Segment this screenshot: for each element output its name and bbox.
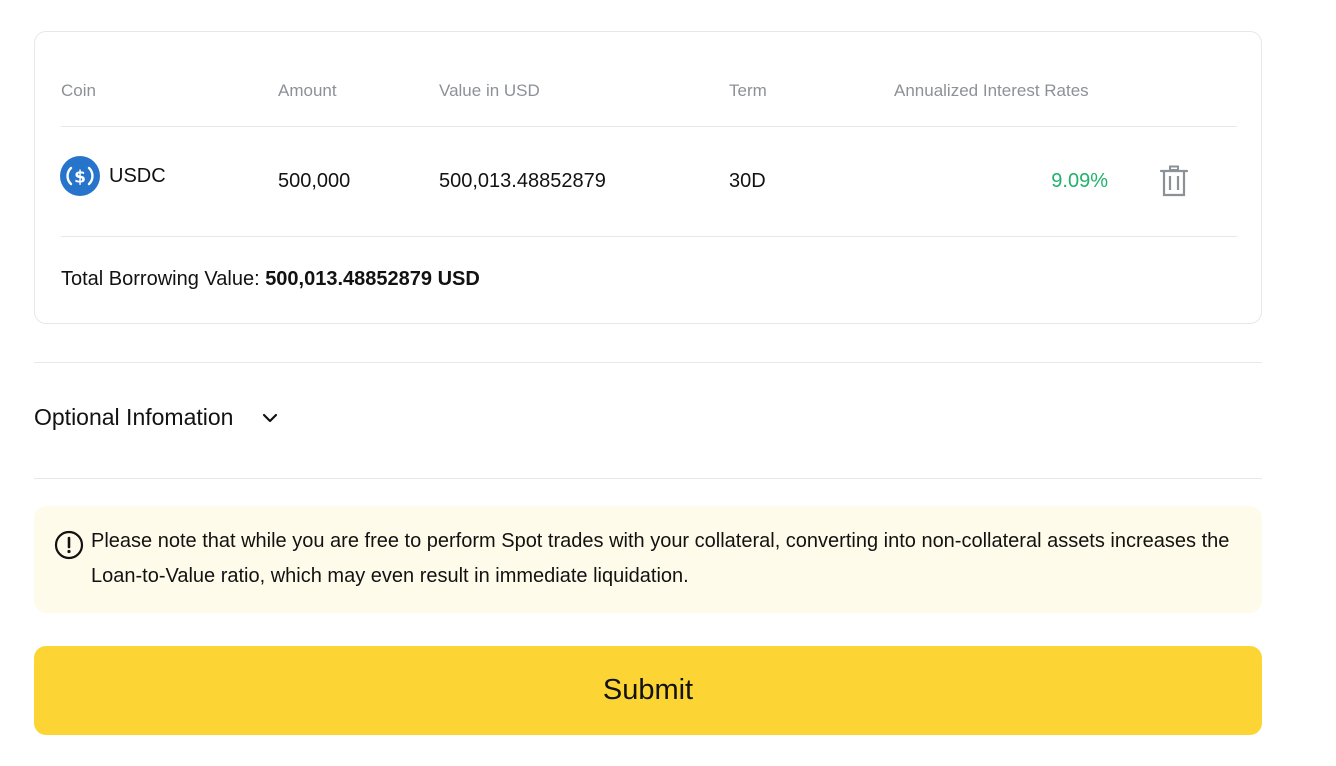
svg-text:$: $ (74, 168, 86, 188)
column-header-coin: Coin (61, 81, 96, 100)
notice-text: Please note that while you are free to p… (91, 530, 1230, 587)
column-header-term: Term (729, 81, 767, 100)
optional-information-toggle[interactable]: Optional Infomation (34, 404, 281, 431)
total-borrowing-amount: 500,013.48852879 USD (265, 268, 480, 290)
total-borrowing-label: Total Borrowing Value: (61, 268, 260, 290)
section-divider-top (34, 362, 1262, 363)
row-coin-name: USDC (109, 165, 166, 187)
exclamation-info-icon (54, 530, 84, 560)
header-divider (61, 126, 1237, 127)
delete-trash-icon[interactable] (1159, 165, 1189, 197)
row-value-usd: 500,013.48852879 (439, 170, 606, 192)
column-header-rate: Annualized Interest Rates (894, 81, 1089, 100)
borrow-summary-card: Coin Amount Value in USD Term Annualized… (34, 31, 1262, 324)
row-term: 30D (729, 170, 766, 192)
usdc-coin-icon: $ (60, 156, 100, 196)
total-borrowing-value: Total Borrowing Value: 500,013.48852879 … (61, 268, 480, 291)
column-header-value-usd: Value in USD (439, 81, 540, 100)
row-interest-rate: 9.09% (1051, 170, 1108, 192)
row-divider (61, 236, 1237, 237)
liquidation-notice: Please note that while you are free to p… (34, 506, 1262, 613)
chevron-down-icon (263, 413, 278, 422)
section-divider-bottom (34, 478, 1262, 479)
row-amount: 500,000 (278, 170, 351, 192)
column-header-amount: Amount (278, 81, 337, 100)
optional-information-label: Optional Infomation (34, 404, 234, 430)
submit-button[interactable]: Submit (34, 646, 1262, 735)
